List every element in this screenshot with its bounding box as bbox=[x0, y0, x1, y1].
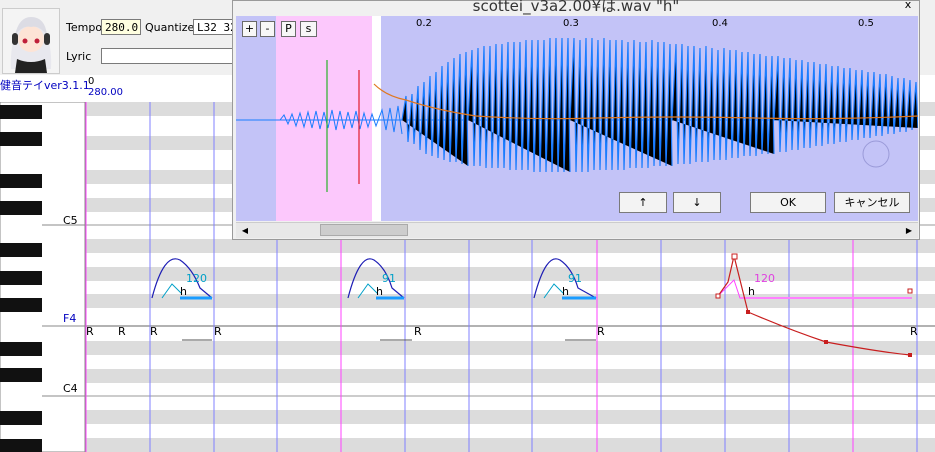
position-readout: 0 bbox=[88, 76, 95, 87]
note-lyric: h bbox=[180, 285, 187, 298]
note-velocity: 91 bbox=[382, 272, 396, 285]
tempo-readout: 280.00 bbox=[88, 87, 123, 98]
tempo-label: Tempo bbox=[66, 21, 103, 34]
tempo-input[interactable]: 280.0 bbox=[101, 19, 141, 35]
rest-note[interactable]: R bbox=[597, 325, 605, 338]
up-button[interactable]: ↑ bbox=[619, 192, 667, 213]
quantize-label: Quantize bbox=[145, 21, 195, 34]
rest-note[interactable]: R bbox=[118, 325, 126, 338]
pitch-point[interactable] bbox=[908, 353, 912, 357]
note-velocity: 120 bbox=[754, 272, 775, 285]
pitch-point[interactable] bbox=[731, 253, 738, 260]
cancel-button[interactable]: キャンセル bbox=[834, 192, 910, 213]
zoom-in-button[interactable]: + bbox=[242, 21, 257, 37]
scroll-left-icon[interactable]: ◀ bbox=[238, 224, 252, 237]
s-button[interactable]: s bbox=[300, 21, 317, 37]
note-lyric: h bbox=[562, 285, 569, 298]
singer-name[interactable]: 健音テイver3.1.1 bbox=[0, 77, 90, 93]
rest-note[interactable]: R bbox=[414, 325, 422, 338]
lyric-input[interactable] bbox=[101, 48, 235, 64]
note-velocity: 91 bbox=[568, 272, 582, 285]
window-title: scottei_v3a2.00¥は.wav "h" bbox=[472, 0, 680, 15]
rest-note[interactable]: R bbox=[150, 325, 158, 338]
quantize-select[interactable]: L32 32 bbox=[193, 19, 235, 35]
zoom-out-button[interactable]: - bbox=[260, 21, 275, 37]
note-velocity: 120 bbox=[186, 272, 207, 285]
key-label-c5: C5 bbox=[63, 214, 78, 227]
lyric-label: Lyric bbox=[66, 50, 92, 63]
rest-note[interactable]: R bbox=[910, 325, 918, 338]
note-lyric: h bbox=[748, 285, 755, 298]
close-button[interactable]: x bbox=[899, 0, 917, 11]
ruler-tick: 0.5 bbox=[858, 18, 874, 29]
scroll-thumb[interactable] bbox=[320, 224, 408, 236]
ruler-tick: 0.2 bbox=[416, 18, 432, 29]
note-lyric: h bbox=[376, 285, 383, 298]
key-label-f4: F4 bbox=[63, 312, 76, 325]
scroll-right-icon[interactable]: ▶ bbox=[902, 224, 916, 237]
wave-editor-window[interactable]: scottei_v3a2.00¥は.wav "h" x + - P s 0.2 … bbox=[232, 0, 920, 240]
rest-note[interactable]: R bbox=[214, 325, 222, 338]
pitch-point[interactable] bbox=[746, 310, 750, 314]
rest-note[interactable]: R bbox=[86, 325, 94, 338]
pitch-point[interactable] bbox=[824, 340, 828, 344]
pitch-point[interactable] bbox=[715, 293, 721, 299]
p-button[interactable]: P bbox=[281, 21, 296, 37]
piano-keyboard[interactable] bbox=[0, 102, 86, 452]
ruler-tick: 0.3 bbox=[563, 18, 579, 29]
ruler-tick: 0.4 bbox=[712, 18, 728, 29]
pitch-point[interactable] bbox=[907, 288, 913, 294]
singer-avatar[interactable] bbox=[2, 8, 60, 74]
waveform-view[interactable]: + - P s 0.2 0.3 0.4 0.5 ↑ ↓ OK キャンセル bbox=[236, 16, 918, 221]
key-label-c4: C4 bbox=[63, 382, 78, 395]
ok-button[interactable]: OK bbox=[750, 192, 826, 213]
down-button[interactable]: ↓ bbox=[673, 192, 721, 213]
horizontal-scrollbar[interactable]: ◀ ▶ bbox=[236, 222, 918, 238]
